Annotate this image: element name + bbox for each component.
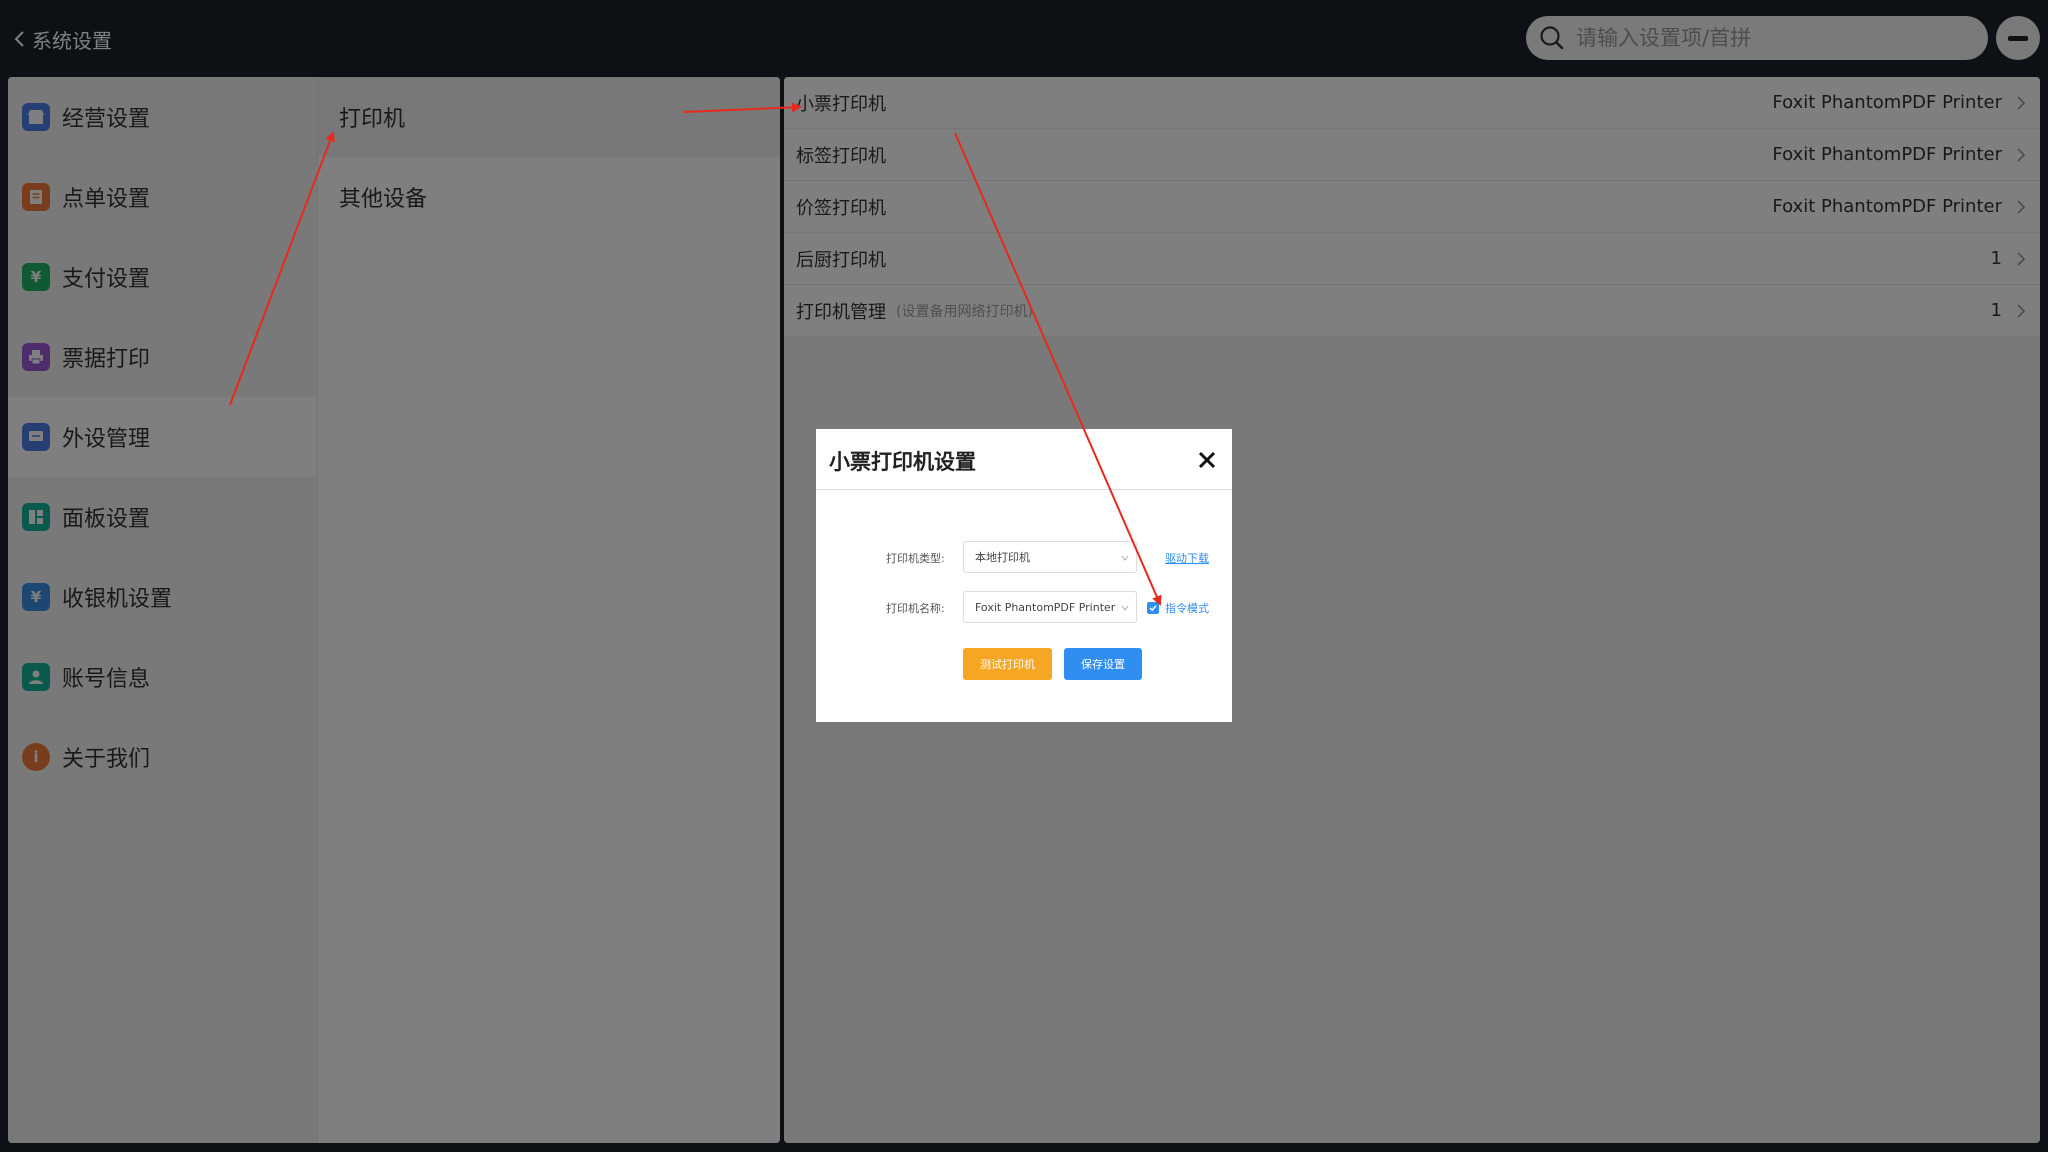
test-printer-button[interactable]: 测试打印机 — [963, 648, 1052, 680]
printer-name-select[interactable]: Foxit PhantomPDF Printer — [963, 591, 1137, 623]
dialog-header: 小票打印机设置 — [816, 429, 1232, 490]
command-mode-label[interactable]: 指令模式 — [1165, 600, 1209, 616]
printer-type-label: 打印机类型: — [886, 552, 945, 565]
receipt-printer-settings-dialog: 小票打印机设置 打印机类型: 本地打印机 驱动下载 打印机名称: Foxit P… — [816, 429, 1232, 722]
printer-name-value: Foxit PhantomPDF Printer — [975, 600, 1116, 614]
printer-name-label: 打印机名称: — [886, 602, 945, 615]
close-icon[interactable] — [1194, 447, 1220, 473]
driver-download-link[interactable]: 驱动下载 — [1165, 550, 1209, 566]
chevron-down-icon — [1121, 605, 1129, 611]
command-mode-checkbox[interactable] — [1147, 602, 1159, 614]
printer-type-value: 本地打印机 — [975, 551, 1030, 564]
checkmark-icon — [1149, 605, 1157, 612]
printer-type-select[interactable]: 本地打印机 — [963, 541, 1137, 573]
dialog-title: 小票打印机设置 — [829, 450, 976, 474]
save-settings-button[interactable]: 保存设置 — [1064, 648, 1142, 680]
chevron-down-icon — [1121, 555, 1129, 561]
